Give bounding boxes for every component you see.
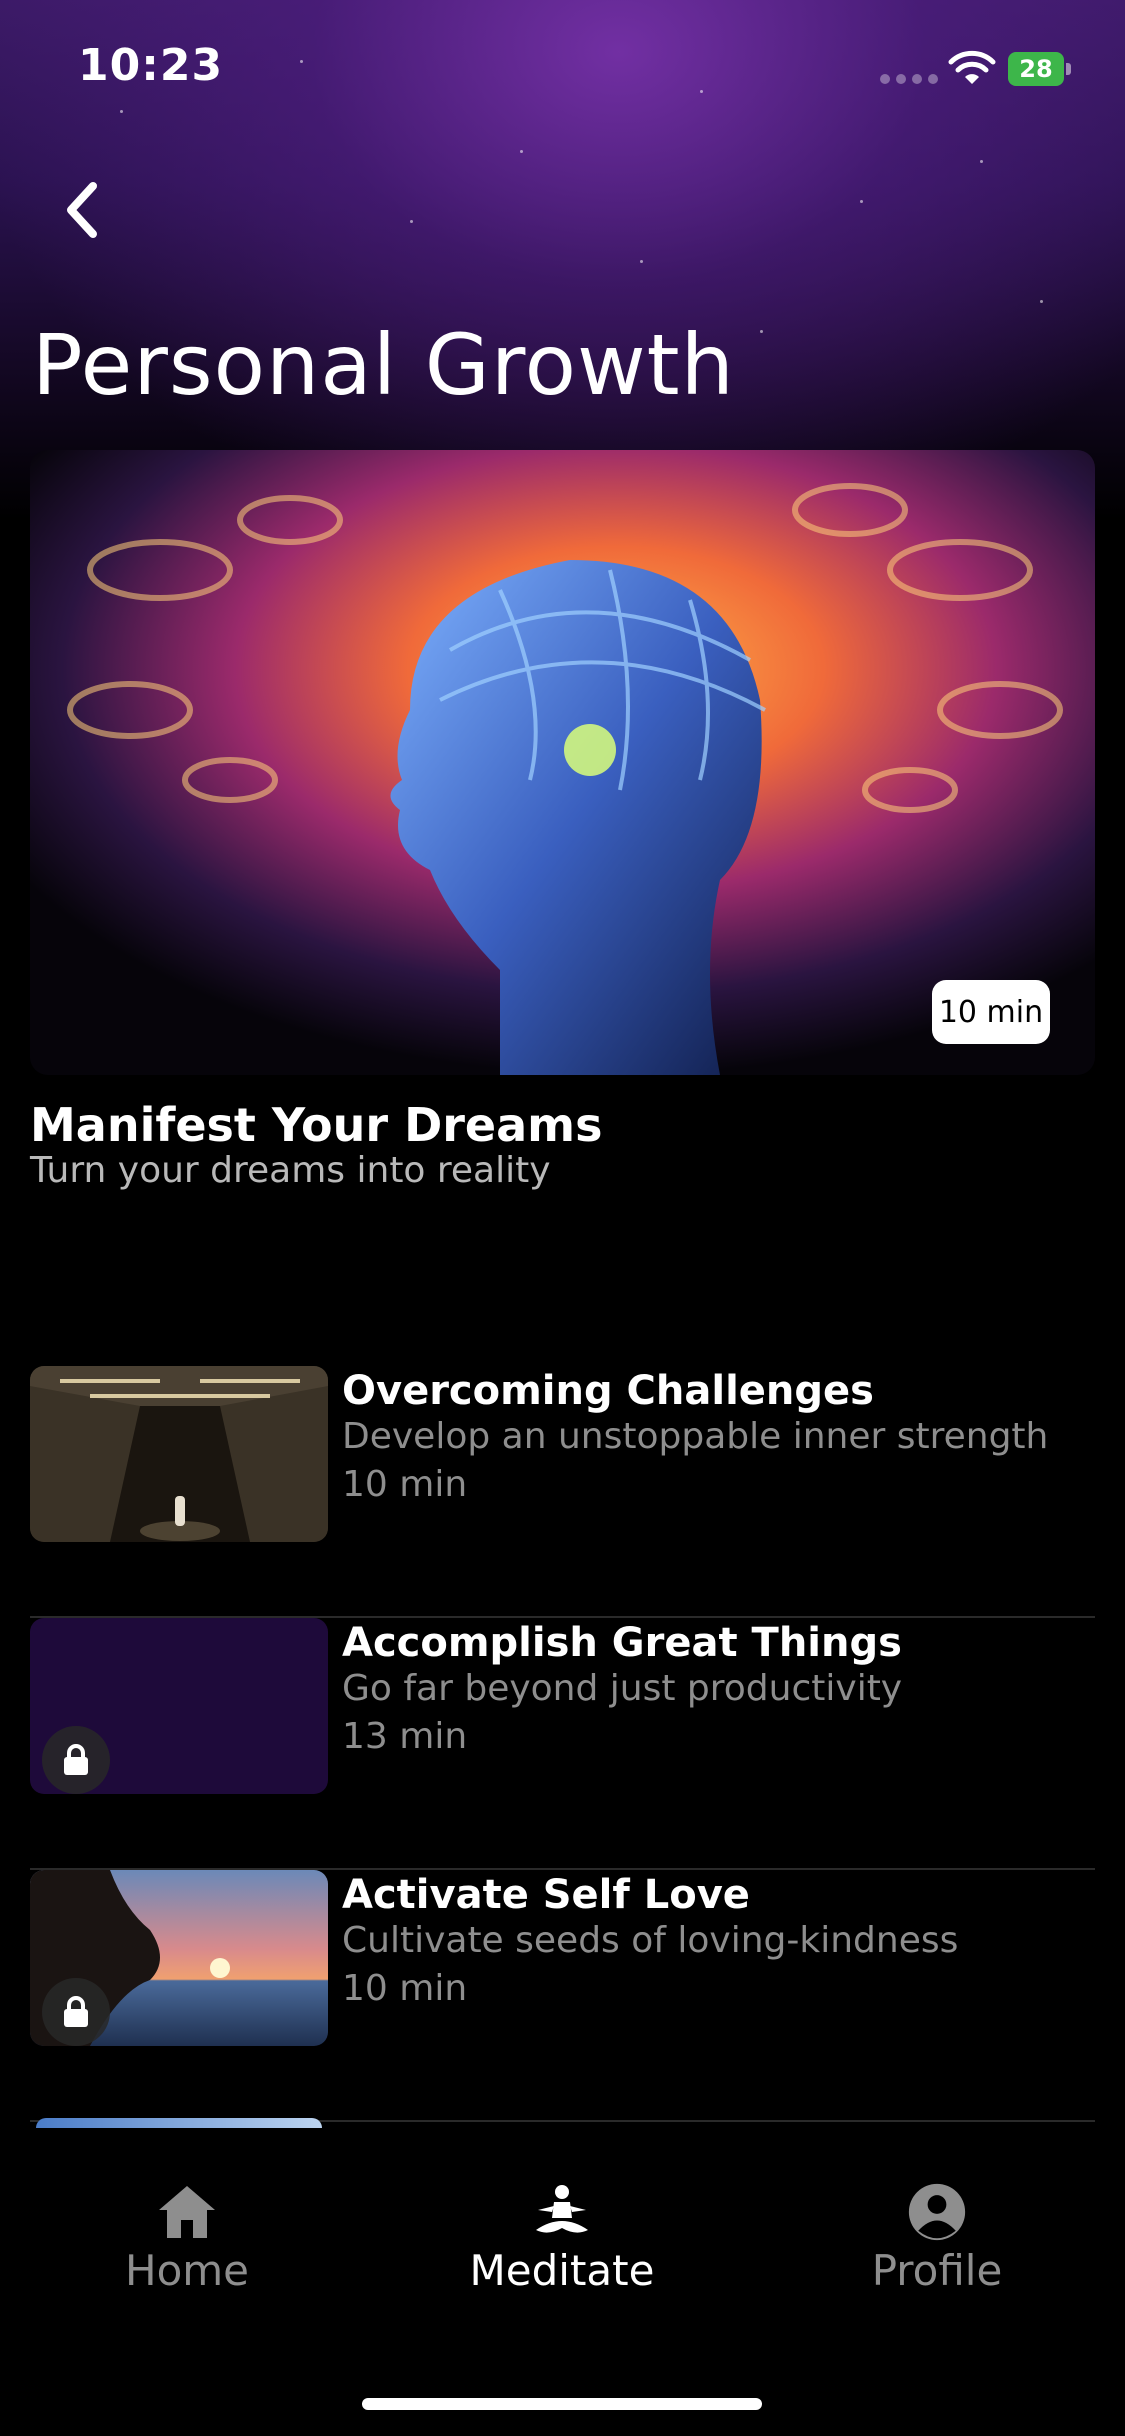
battery-level: 28 xyxy=(1008,52,1064,86)
session-duration: 13 min xyxy=(342,1716,468,1757)
session-list: Overcoming Challenges Develop an unstopp… xyxy=(30,1366,1095,2122)
session-duration: 10 min xyxy=(342,1968,468,2009)
tab-label: Home xyxy=(124,2246,250,2295)
wifi-icon xyxy=(948,50,996,84)
tab-bar: Home Meditate Profile xyxy=(0,2128,1125,2436)
tab-label: Profile xyxy=(871,2246,1003,2295)
meditate-icon xyxy=(536,2185,588,2233)
featured-session-card[interactable]: 10 min xyxy=(30,450,1095,1075)
tab-profile[interactable]: Profile xyxy=(807,2182,1067,2295)
cellular-signal-icon xyxy=(880,74,938,84)
session-title: Overcoming Challenges xyxy=(342,1368,874,1414)
page-title: Personal Growth xyxy=(32,316,735,414)
lock-icon xyxy=(42,1726,110,1794)
lock-icon xyxy=(42,1978,110,2046)
session-subtitle: Develop an unstoppable inner strength xyxy=(342,1416,1049,1457)
session-subtitle: Cultivate seeds of loving-kindness xyxy=(342,1920,959,1961)
session-title: Accomplish Great Things xyxy=(342,1620,902,1666)
tab-meditate[interactable]: Meditate xyxy=(432,2182,692,2295)
session-thumbnail xyxy=(30,1366,328,1542)
duration-badge: 10 min xyxy=(932,980,1050,1044)
battery-icon: 28 xyxy=(1008,52,1072,86)
tab-label: Meditate xyxy=(469,2246,655,2295)
home-icon xyxy=(159,2186,215,2238)
session-row[interactable]: Activate Self Love Cultivate seeds of lo… xyxy=(30,1870,1095,2122)
status-time: 10:23 xyxy=(78,40,224,91)
session-row[interactable]: Accomplish Great Things Go far beyond ju… xyxy=(30,1618,1095,1870)
session-duration: 10 min xyxy=(342,1464,468,1505)
featured-artwork xyxy=(30,450,1095,1075)
featured-title[interactable]: Manifest Your Dreams xyxy=(30,1098,602,1152)
back-button[interactable] xyxy=(48,170,118,250)
profile-icon xyxy=(908,2183,966,2241)
tab-home[interactable]: Home xyxy=(57,2182,317,2295)
featured-subtitle: Turn your dreams into reality xyxy=(30,1150,551,1191)
home-indicator xyxy=(362,2398,762,2410)
next-session-thumbnail xyxy=(36,2118,322,2128)
session-subtitle: Go far beyond just productivity xyxy=(342,1668,903,1709)
session-row[interactable]: Overcoming Challenges Develop an unstopp… xyxy=(30,1366,1095,1618)
session-title: Activate Self Love xyxy=(342,1872,750,1918)
status-bar: 10:23 28 xyxy=(0,0,1125,140)
chevron-left-icon xyxy=(67,182,97,238)
